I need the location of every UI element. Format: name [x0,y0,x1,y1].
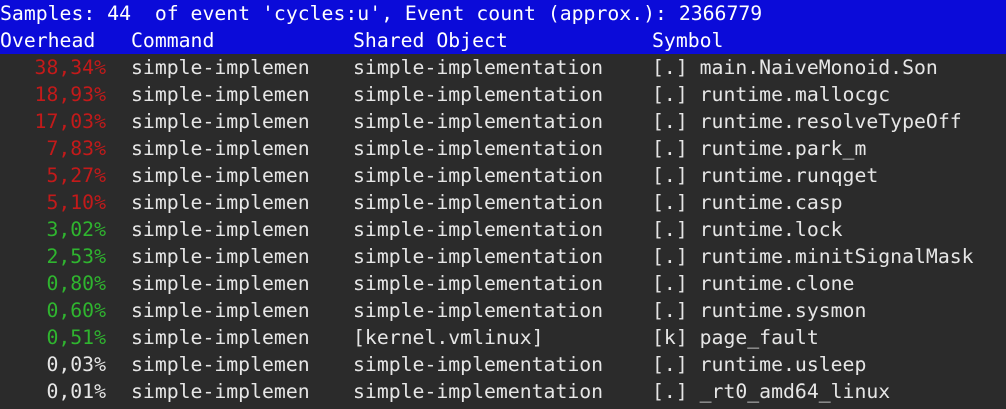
command-name: simple-implemen [131,218,310,241]
samples-summary-bar: Samples: 44 of event 'cycles:u', Event c… [0,0,1006,27]
symbol-name: [.] runtime.lock [652,218,843,241]
command-name: simple-implemen [131,110,310,133]
symbol-name: [.] runtime.clone [652,272,855,295]
symbol-name: [.] runtime.casp [652,191,843,214]
shared-object-name: simple-implementation [353,191,604,214]
symbol-name: [.] runtime.park_m [652,137,867,160]
sample-row[interactable]: 18,93% simple-implemen simple-implementati… [0,81,1006,108]
shared-object-name: simple-implementation [353,272,604,295]
symbol-name: [.] runtime.usleep [652,353,867,376]
sample-row[interactable]: 0,01% simple-implemen simple-implementatio… [0,378,1006,405]
sample-row[interactable]: 3,02% simple-implemen simple-implementatio… [0,216,1006,243]
symbol-name: [.] runtime.resolveTypeOff [652,110,962,133]
shared-object-name: simple-implementation [353,83,604,106]
overhead-percent: 2,53% [46,245,106,268]
sample-row[interactable]: 0,03% simple-implemen simple-implementatio… [0,351,1006,378]
command-name: simple-implemen [131,353,310,376]
shared-object-name: simple-implementation [353,218,604,241]
header-symbol[interactable]: Symbol [652,27,723,54]
symbol-name: [.] main.NaiveMonoid.Son [652,56,938,79]
overhead-percent: 5,10% [46,191,106,214]
samples-summary-text: Samples: 44 of event 'cycles:u', Event c… [0,2,763,25]
header-command[interactable]: Command [131,27,214,54]
overhead-percent: 0,51% [46,326,106,349]
overhead-percent: 38,34% [34,56,106,79]
command-name: simple-implemen [131,56,310,79]
symbol-name: [.] runtime.sysmon [652,299,867,322]
sample-row[interactable]: 7,83% simple-implemen simple-implementatio… [0,135,1006,162]
overhead-percent: 0,03% [46,353,106,376]
command-name: simple-implemen [131,164,310,187]
overhead-percent: 0,80% [46,272,106,295]
overhead-percent: 7,83% [46,137,106,160]
sample-row[interactable]: 5,10% simple-implemen simple-implementatio… [0,189,1006,216]
shared-object-name: [kernel.vmlinux] [353,326,544,349]
symbol-name: [.] runtime.runqget [652,164,879,187]
command-name: simple-implemen [131,380,310,403]
overhead-percent: 17,03% [34,110,106,133]
sample-row[interactable]: 0,51% simple-implemen [kernel.vmlinux] [k] … [0,324,1006,351]
command-name: simple-implemen [131,272,310,295]
sample-row[interactable]: 0,60% simple-implemen simple-implementatio… [0,297,1006,324]
header-shared-object[interactable]: Shared Object [353,27,508,54]
command-name: simple-implemen [131,83,310,106]
overhead-percent: 3,02% [46,218,106,241]
sample-row[interactable]: 2,53% simple-implemen simple-implementatio… [0,243,1006,270]
sample-row[interactable]: 5,27% simple-implemen simple-implementatio… [0,162,1006,189]
symbol-name: [.] _rt0_amd64_linux [652,380,891,403]
symbol-name: [k] page_fault [652,326,819,349]
symbol-name: [.] runtime.mallocgc [652,83,891,106]
command-name: simple-implemen [131,191,310,214]
symbol-name: [.] runtime.minitSignalMask [652,245,974,268]
shared-object-name: simple-implementation [353,137,604,160]
column-header-row: Overhead Command Shared Object Symbol [0,27,1006,54]
shared-object-name: simple-implementation [353,380,604,403]
sample-row[interactable]: 0,80% simple-implemen simple-implementatio… [0,270,1006,297]
overhead-percent: 0,60% [46,299,106,322]
command-name: simple-implemen [131,137,310,160]
overhead-percent: 18,93% [34,83,106,106]
command-name: simple-implemen [131,245,310,268]
overhead-percent: 5,27% [46,164,106,187]
shared-object-name: simple-implementation [353,110,604,133]
command-name: simple-implemen [131,326,310,349]
sample-row[interactable]: 17,03% simple-implemen simple-implementati… [0,108,1006,135]
shared-object-name: simple-implementation [353,56,604,79]
command-name: simple-implemen [131,299,310,322]
shared-object-name: simple-implementation [353,164,604,187]
header-overhead[interactable]: Overhead [0,27,95,54]
sample-row[interactable]: 38,34% simple-implemen simple-implementati… [0,54,1006,81]
shared-object-name: simple-implementation [353,353,604,376]
shared-object-name: simple-implementation [353,245,604,268]
overhead-percent: 0,01% [46,380,106,403]
shared-object-name: simple-implementation [353,299,604,322]
